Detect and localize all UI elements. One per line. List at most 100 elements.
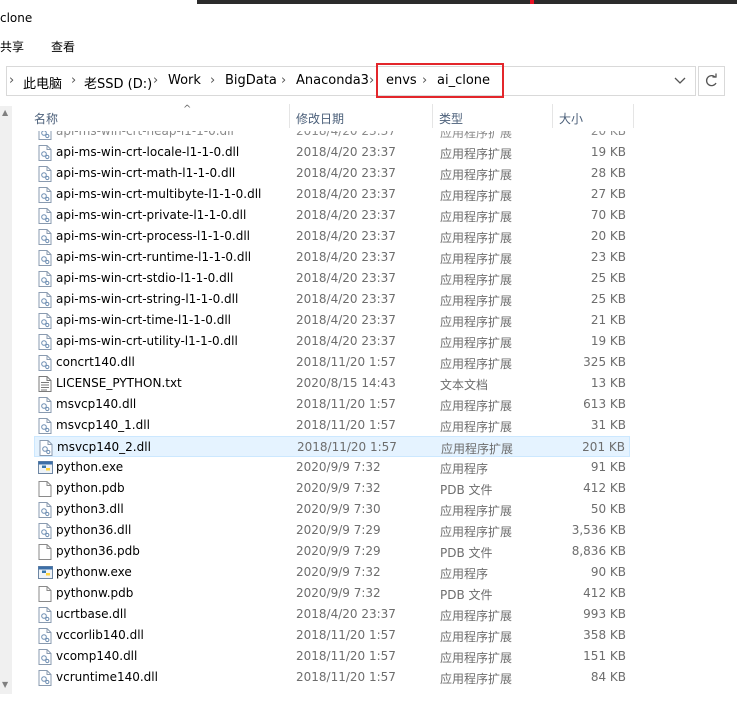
- file-row[interactable]: api-ms-win-crt-math-l1-1-0.dll 2018/4/20 …: [34, 163, 630, 184]
- file-row[interactable]: python.pdb 2020/9/9 7:32 PDB 文件 412 KB: [34, 478, 630, 499]
- dll-file-icon: [38, 166, 52, 182]
- file-row[interactable]: msvcp140_2.dll 2018/11/20 1:57 应用程序扩展 201 K…: [34, 436, 630, 457]
- file-row[interactable]: api-ms-win-crt-utility-l1-1-0.dll 2018/4/…: [34, 331, 630, 352]
- file-type: 应用程序扩展: [440, 609, 513, 623]
- column-divider[interactable]: [633, 104, 634, 128]
- file-size: 151 KB: [583, 649, 626, 663]
- column-header-type[interactable]: 类型: [439, 110, 463, 127]
- column-divider[interactable]: [552, 104, 553, 128]
- file-row[interactable]: concrt140.dll 2018/11/20 1:57 应用程序扩展 325 KB: [34, 352, 630, 373]
- breadcrumb-work[interactable]: Work: [168, 73, 201, 88]
- file-size: 412 KB: [583, 586, 626, 600]
- file-name: api-ms-win-crt-process-l1-1-0.dll: [56, 229, 250, 243]
- file-type: 应用程序扩展: [440, 210, 513, 224]
- file-type: 应用程序扩展: [440, 168, 513, 182]
- breadcrumb-separator-icon[interactable]: ›: [281, 73, 286, 88]
- file-row[interactable]: api-ms-win-crt-time-l1-1-0.dll 2018/4/20 …: [34, 310, 630, 331]
- file-row[interactable]: pythonw.exe 2020/9/9 7:32 应用程序 90 KB: [34, 562, 630, 583]
- file-modified-date: 2018/4/20 23:37: [296, 166, 396, 180]
- blank-file-icon: [38, 586, 52, 602]
- file-size: 23 KB: [590, 250, 626, 264]
- file-size: 25 KB: [590, 292, 626, 306]
- file-modified-date: 2018/11/20 1:57: [296, 418, 396, 432]
- file-type: 应用程序扩展: [440, 399, 513, 413]
- dll-file-icon: [38, 649, 52, 665]
- tab-view[interactable]: 查看: [51, 38, 75, 55]
- file-row[interactable]: ucrtbase.dll 2018/4/20 23:37 应用程序扩展 993 KB: [34, 604, 630, 625]
- file-row[interactable]: api-ms-win-crt-locale-l1-1-0.dll 2018/4/2…: [34, 142, 630, 163]
- file-name: vcomp140.dll: [56, 649, 138, 663]
- address-bar[interactable]: › 此电脑 › 老SSD (D:) › Work › BigData › Ana…: [6, 66, 696, 96]
- file-name: msvcp140_2.dll: [57, 440, 151, 454]
- file-modified-date: 2018/11/20 1:57: [296, 628, 396, 642]
- file-modified-date: 2018/4/20 23:37: [296, 607, 396, 621]
- file-size: 613 KB: [583, 397, 626, 411]
- file-modified-date: 2020/9/9 7:32: [296, 565, 381, 579]
- file-modified-date: 2018/11/20 1:57: [296, 649, 396, 663]
- file-size: 90 KB: [590, 565, 626, 579]
- scroll-down-icon[interactable]: ▼: [2, 680, 8, 689]
- sort-up-icon: ^: [183, 104, 192, 115]
- python-exe-icon: [38, 460, 53, 476]
- file-row[interactable]: python3.dll 2020/9/9 7:30 应用程序扩展 50 KB: [34, 499, 630, 520]
- scroll-up-icon[interactable]: ▲: [2, 108, 8, 117]
- file-modified-date: 2018/4/20 23:37: [296, 313, 396, 327]
- file-type: 应用程序扩展: [440, 630, 513, 644]
- dll-file-icon: [38, 313, 52, 329]
- file-row[interactable]: api-ms-win-crt-string-l1-1-0.dll 2018/4/2…: [34, 289, 630, 310]
- file-row[interactable]: python36.dll 2020/9/9 7:29 应用程序扩展 3,536 KB: [34, 520, 630, 541]
- file-name: msvcp140.dll: [56, 397, 137, 411]
- file-name: vcruntime140.dll: [56, 670, 158, 684]
- chevron-down-icon[interactable]: [672, 74, 688, 88]
- file-row[interactable]: msvcp140_1.dll 2018/11/20 1:57 应用程序扩展 31 KB: [34, 415, 630, 436]
- breadcrumb-anaconda3[interactable]: Anaconda3: [296, 73, 369, 88]
- file-size: 993 KB: [583, 607, 626, 621]
- file-row[interactable]: vccorlib140.dll 2018/11/20 1:57 应用程序扩展 358 …: [34, 625, 630, 646]
- file-size: 31 KB: [590, 418, 626, 432]
- column-header-name[interactable]: 名称: [34, 110, 58, 127]
- dll-file-icon: [38, 208, 52, 224]
- column-divider[interactable]: [289, 104, 290, 128]
- file-row[interactable]: vcruntime140.dll 2018/11/20 1:57 应用程序扩展 84 …: [34, 667, 630, 688]
- file-modified-date: 2020/9/9 7:32: [296, 586, 381, 600]
- file-row[interactable]: python.exe 2020/9/9 7:32 应用程序 91 KB: [34, 457, 630, 478]
- breadcrumb-separator-icon[interactable]: ›: [153, 73, 158, 88]
- dll-file-icon: [38, 628, 52, 644]
- dll-file-icon: [38, 145, 52, 161]
- file-row[interactable]: pythonw.pdb 2020/9/9 7:32 PDB 文件 412 KB: [34, 583, 630, 604]
- file-size: 25 KB: [590, 271, 626, 285]
- file-name: api-ms-win-crt-string-l1-1-0.dll: [56, 292, 239, 306]
- breadcrumb-drive[interactable]: 老SSD (D:): [84, 73, 152, 92]
- file-row[interactable]: api-ms-win-crt-stdio-l1-1-0.dll 2018/4/20…: [34, 268, 630, 289]
- vertical-scrollbar[interactable]: [0, 106, 12, 694]
- refresh-button[interactable]: [698, 66, 725, 96]
- tab-share[interactable]: 共享: [0, 38, 24, 55]
- file-size: 325 KB: [583, 355, 626, 369]
- close-button-edge[interactable]: [530, 0, 534, 4]
- file-size: 201 KB: [582, 440, 625, 454]
- file-row[interactable]: api-ms-win-crt-runtime-l1-1-0.dll 2018/4/…: [34, 247, 630, 268]
- column-header-size[interactable]: 大小: [559, 110, 583, 127]
- file-size: 3,536 KB: [571, 523, 626, 537]
- file-row[interactable]: python36.pdb 2020/9/9 7:29 PDB 文件 8,836 KB: [34, 541, 630, 562]
- file-row[interactable]: msvcp140.dll 2018/11/20 1:57 应用程序扩展 613 KB: [34, 394, 630, 415]
- breadcrumb-bigdata[interactable]: BigData: [225, 73, 277, 88]
- breadcrumb-this-pc[interactable]: 此电脑: [23, 73, 62, 92]
- file-size: 91 KB: [590, 460, 626, 474]
- file-name: concrt140.dll: [56, 355, 135, 369]
- file-type: 应用程序扩展: [440, 315, 513, 329]
- breadcrumb-separator-icon[interactable]: ›: [71, 73, 76, 88]
- column-divider[interactable]: [432, 104, 433, 128]
- breadcrumb-separator-icon[interactable]: ›: [369, 73, 374, 88]
- file-size: 19 KB: [590, 145, 626, 159]
- file-type: PDB 文件: [440, 546, 493, 560]
- breadcrumb-separator-icon[interactable]: ›: [210, 73, 215, 88]
- file-row[interactable]: api-ms-win-crt-process-l1-1-0.dll 2018/4/…: [34, 226, 630, 247]
- file-row[interactable]: LICENSE_PYTHON.txt 2020/8/15 14:43 文本文档 13 …: [34, 373, 630, 394]
- column-header-date[interactable]: 修改日期: [296, 110, 344, 127]
- file-row[interactable]: api-ms-win-crt-multibyte-l1-1-0.dll 2018/…: [34, 184, 630, 205]
- file-type: 应用程序扩展: [440, 672, 513, 686]
- file-row[interactable]: vcomp140.dll 2018/11/20 1:57 应用程序扩展 151 KB: [34, 646, 630, 667]
- file-size: 412 KB: [583, 481, 626, 495]
- file-row[interactable]: api-ms-win-crt-private-l1-1-0.dll 2018/4/…: [34, 205, 630, 226]
